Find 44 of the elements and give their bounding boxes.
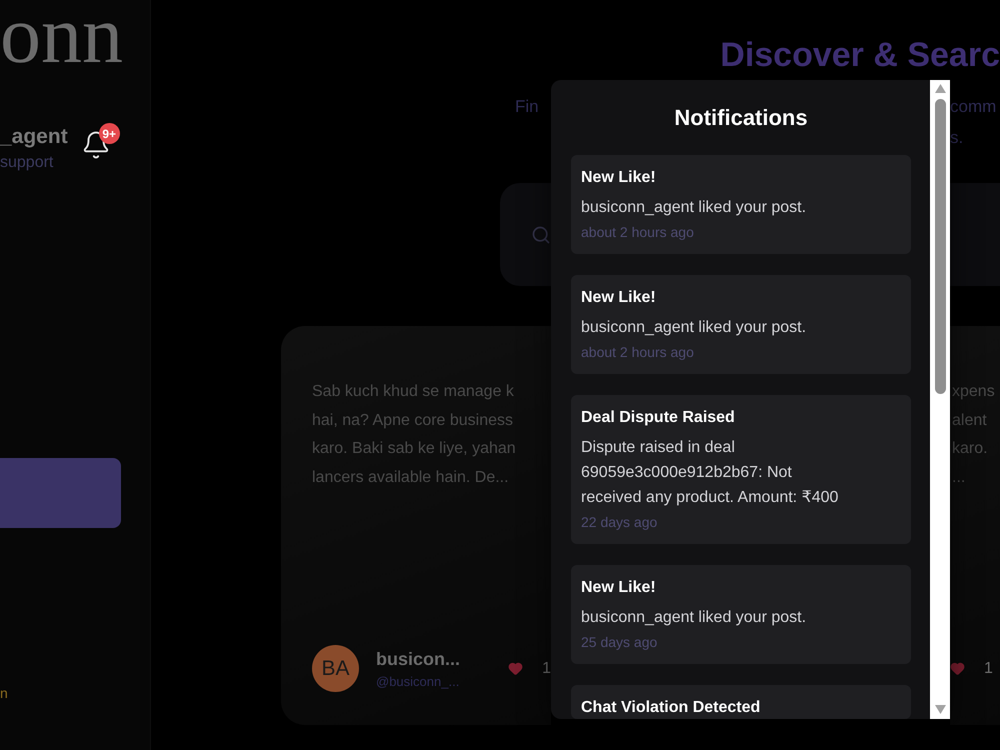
subtitle-text: s. — [950, 127, 964, 149]
notification-time: about 2 hours ago — [581, 343, 694, 362]
notification-item[interactable]: New Like! busiconn_agent liked your post. 25 days ago — [571, 565, 911, 664]
notification-title: New Like! — [581, 288, 656, 308]
notification-message: busiconn_agent liked your post. — [581, 318, 806, 338]
post-card[interactable]: Sab kuch khud se manage k hai, na? Apne core business karo. Baki sab ke liye, yahan lancers available hain. De... BA busicon... @busiconn_... 1 — [281, 326, 551, 725]
author-handle: @busiconn_... — [376, 674, 460, 690]
notification-time: 22 days ago — [581, 513, 658, 532]
page-title: Discover & Searc — [720, 35, 1000, 75]
author-name: busicon... — [376, 648, 460, 670]
notification-item[interactable]: Chat Violation Detected — [571, 685, 911, 719]
post-excerpt: Sab kuch khud se manage k hai, na? Apne core business karo. Baki sab ke liye, yahan lancers available hain. De... — [312, 382, 516, 488]
search-icon — [531, 224, 551, 244]
subtitle-text: Fin — [515, 96, 539, 118]
notification-item[interactable]: New Like! busiconn_agent liked your post. about 2 hours ago — [571, 275, 911, 374]
notification-title: Deal Dispute Raised — [581, 408, 735, 428]
notification-item[interactable]: Deal Dispute Raised Dispute raised in deal 69059e3c000e912b2b67: Not received any product. Amount: ₹400 22 days ago — [571, 395, 911, 544]
notification-count-badge: 9+ — [98, 123, 120, 144]
subtitle-text: comm — [950, 96, 996, 118]
heart-icon[interactable] — [950, 661, 965, 676]
logo-text: onn — [0, 0, 123, 70]
notification-time: 25 days ago — [581, 633, 658, 652]
post-excerpt: xpens alent karo. ... — [952, 382, 995, 488]
notification-message: Dispute raised in deal 69059e3c000e912b2b67: Not received any product. Amount: ₹400 — [581, 438, 840, 508]
avatar: BA — [312, 645, 359, 692]
like-count: 1 — [984, 658, 993, 678]
notification-title: New Like! — [581, 168, 656, 188]
post-card[interactable]: xpens alent karo. ... 1 — [950, 326, 1000, 725]
user-role: support — [0, 153, 54, 173]
notification-message: busiconn_agent liked your post. — [581, 198, 806, 218]
notification-title: Chat Violation Detected — [581, 698, 760, 718]
like-count: 1 — [542, 658, 551, 678]
user-name: _agent — [0, 125, 68, 149]
notification-time: about 2 hours ago — [581, 223, 694, 242]
heart-icon[interactable] — [508, 661, 524, 676]
scroll-up-arrow-icon[interactable] — [934, 84, 946, 93]
notification-title: New Like! — [581, 578, 656, 598]
menu-title: Notifications — [674, 104, 808, 132]
scrollbar-thumb[interactable] — [934, 99, 946, 394]
scrollbar[interactable] — [930, 80, 950, 719]
sidebar-text: n — [0, 685, 8, 701]
notification-item[interactable]: New Like! busiconn_agent liked your post. about 2 hours ago — [571, 155, 911, 254]
scroll-down-arrow-icon[interactable] — [934, 705, 946, 714]
notification-message: busiconn_agent liked your post. — [581, 608, 806, 628]
